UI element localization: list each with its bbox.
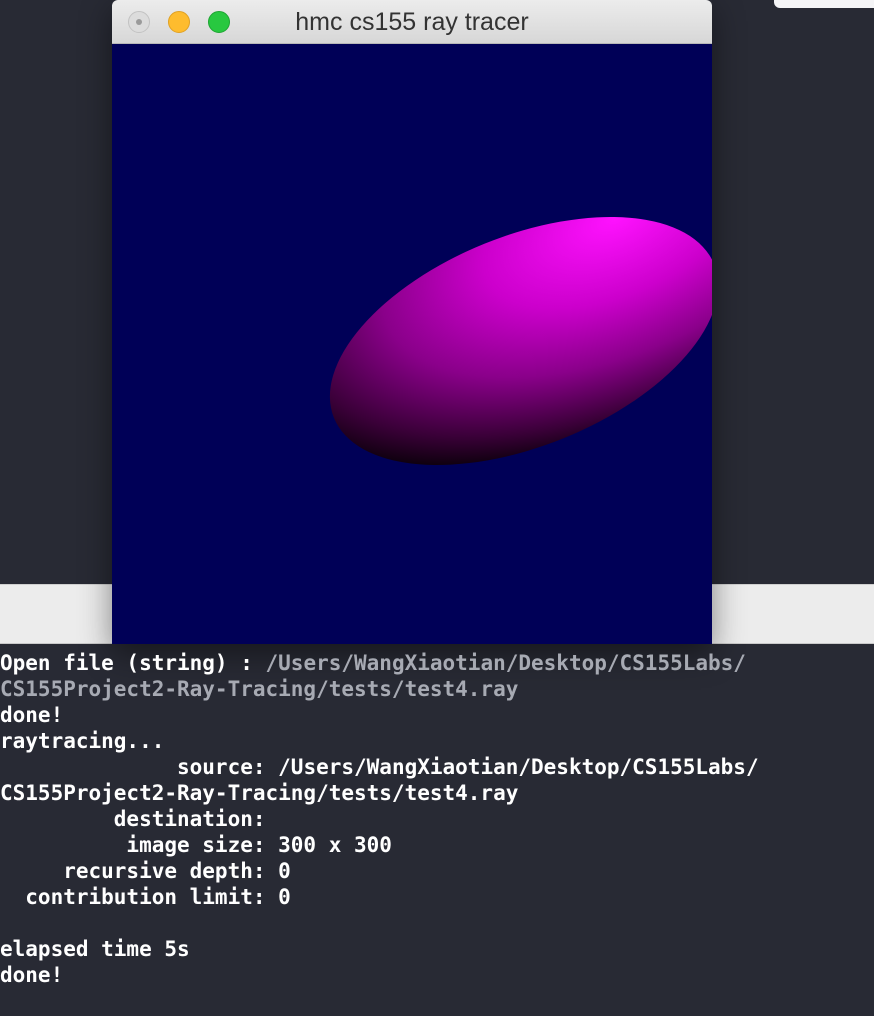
image-size-line: image size: 300 x 300 (0, 833, 392, 857)
raytracing-line: raytracing... (0, 729, 165, 753)
source-label: source: (0, 755, 279, 779)
open-file-path: /Users/WangXiaotian/Desktop/CS155Labs/ (265, 651, 746, 675)
open-file-line: Open file (string) : /Users/WangXiaotian… (0, 650, 874, 676)
source-line: source: /Users/WangXiaotian/Desktop/CS15… (0, 754, 874, 780)
open-file-path-cont: CS155Project2-Ray-Tracing/tests/test4.ra… (0, 677, 519, 701)
source-path-cont: CS155Project2-Ray-Tracing/tests/test4.ra… (0, 781, 519, 805)
elapsed-time-line: elapsed time 5s (0, 937, 190, 961)
contribution-limit-line: contribution limit: 0 (0, 885, 291, 909)
title-bar[interactable]: hmc cs155 ray tracer (112, 0, 712, 44)
done-line-2: done! (0, 963, 64, 987)
done-line-1: done! (0, 703, 64, 727)
open-file-label: Open file (string) : (0, 651, 266, 675)
ellipsoid-object (329, 217, 712, 465)
source-path: /Users/WangXiaotian/Desktop/CS155Labs/ (278, 755, 759, 779)
destination-line: destination: (0, 807, 266, 831)
render-canvas (112, 44, 712, 644)
terminal-output: Open file (string) : /Users/WangXiaotian… (0, 650, 874, 1016)
background-window-edge (774, 0, 874, 8)
window-title: hmc cs155 ray tracer (295, 8, 529, 36)
recursive-depth-line: recursive depth: 0 (0, 859, 291, 883)
rendered-scene (329, 217, 712, 465)
desktop: hmc cs155 ray tracer Open file (string) … (0, 0, 874, 1016)
ray-tracer-window[interactable]: hmc cs155 ray tracer (112, 0, 712, 644)
